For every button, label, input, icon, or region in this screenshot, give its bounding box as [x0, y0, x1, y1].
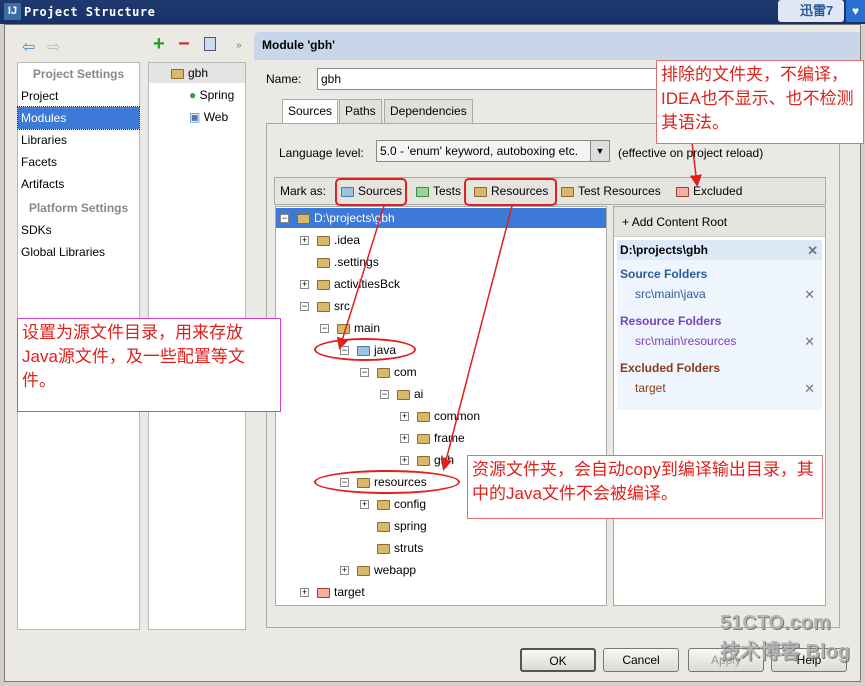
arrow-to-resources	[440, 205, 513, 471]
resource-callout: 资源文件夹，会自动copy到编译输出目录，其中的Java文件不会被编译。	[467, 455, 823, 519]
excluded-callout: 排除的文件夹，不编译，IDEA也不显示、也不检测其语法。	[656, 60, 864, 144]
arrow-to-java	[336, 205, 385, 350]
source-callout: 设置为源文件目录，用来存放Java源文件，及一些配置等文件。	[17, 318, 281, 412]
